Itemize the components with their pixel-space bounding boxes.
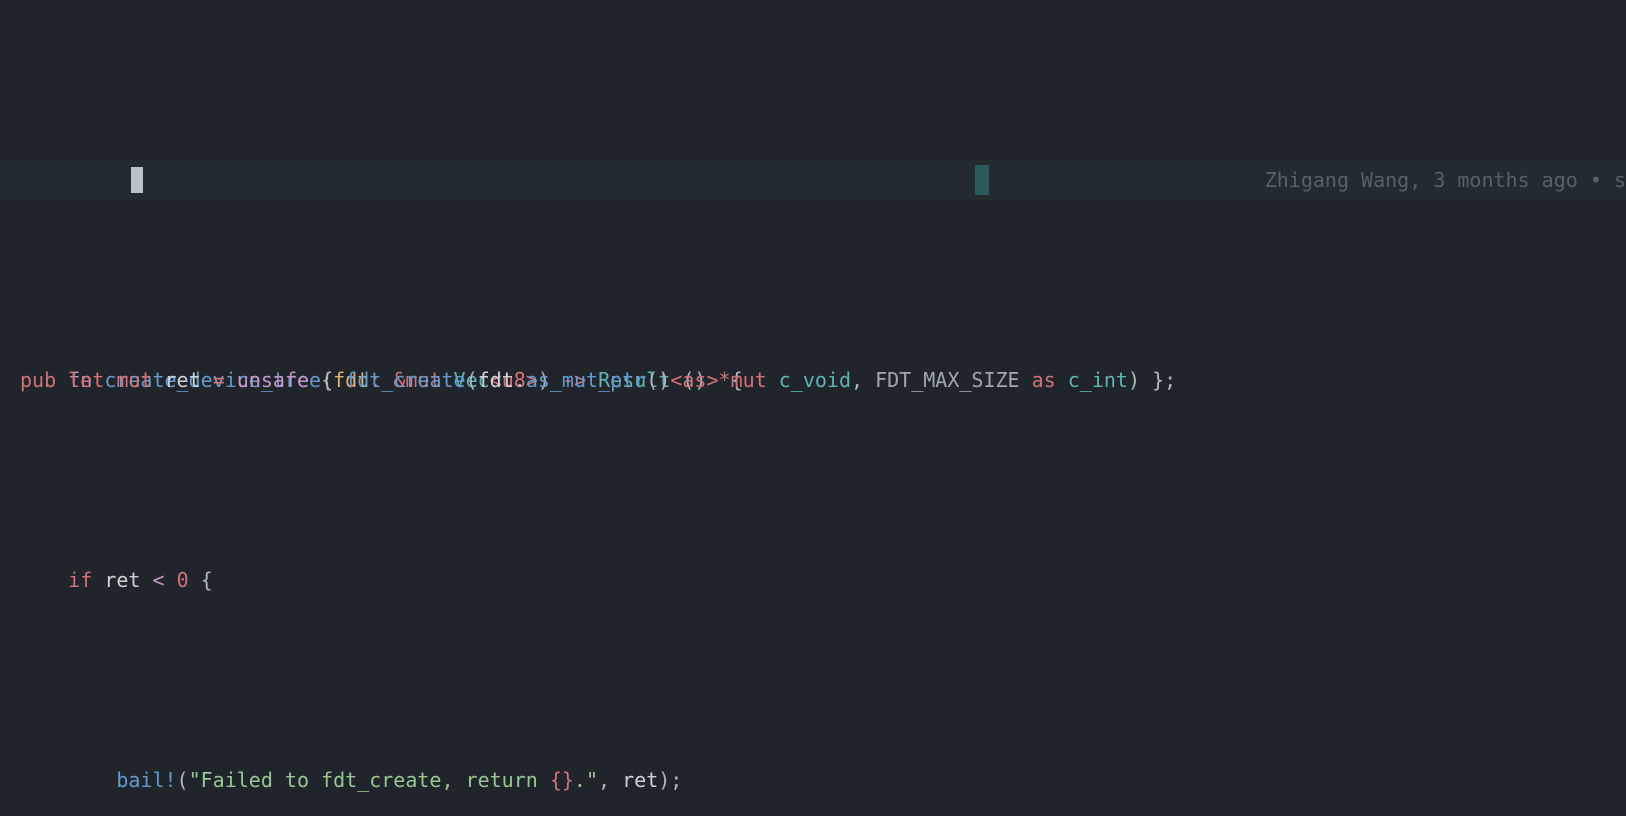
semicolon: ;: [1164, 368, 1176, 392]
blame-tail: s: [1614, 168, 1626, 192]
const-fdt-max: FDT_MAX_SIZE: [875, 368, 1020, 392]
method-as-mut-ptr: as_mut_ptr: [526, 368, 646, 392]
string-fmt: {}: [550, 768, 574, 792]
blame-age: 3 months ago: [1433, 168, 1578, 192]
ident-ret: ret: [165, 368, 201, 392]
keyword-let: let: [68, 368, 104, 392]
code-line[interactable]: pub fn create_device_tree(fdt: &mut Vec<…: [0, 160, 1626, 200]
type-cint: c_int: [1068, 368, 1128, 392]
semicolon: ;: [670, 768, 682, 792]
keyword-as: as: [682, 368, 706, 392]
code-line[interactable]: if ret < 0 {: [0, 560, 1626, 600]
ident-fdt: fdt: [478, 368, 514, 392]
code-editor[interactable]: pub fn create_device_tree(fdt: &mut Vec<…: [0, 0, 1626, 816]
ident-ret: ret: [622, 768, 658, 792]
keyword-mut: mut: [731, 368, 767, 392]
text-cursor: [131, 167, 143, 193]
op-eq: =: [213, 368, 225, 392]
brace-open: {: [201, 568, 213, 592]
ident-ret: ret: [104, 568, 140, 592]
literal-zero: 0: [177, 568, 189, 592]
code-line[interactable]: bail!("Failed to fdt_create, return {}."…: [0, 760, 1626, 800]
git-blame-annotation: Zhigang Wang, 3 months ago • s: [1235, 160, 1626, 200]
code-line[interactable]: let mut ret = unsafe { fdt_create(fdt.as…: [0, 360, 1626, 400]
brace-open: {: [321, 368, 333, 392]
keyword-unsafe: unsafe: [237, 368, 309, 392]
op-star: *: [719, 368, 731, 392]
keyword-as: as: [1032, 368, 1056, 392]
string-literal: "Failed to fdt_create, return: [189, 768, 550, 792]
string-literal: .": [574, 768, 598, 792]
op-lt: <: [152, 568, 164, 592]
keyword-mut: mut: [116, 368, 152, 392]
keyword-if: if: [68, 568, 92, 592]
blame-author: Zhigang Wang: [1265, 168, 1410, 192]
type-cvoid: c_void: [779, 368, 851, 392]
brace-close: }: [1152, 368, 1164, 392]
brace-match-highlight: [975, 165, 989, 195]
call-fdt-create: fdt_create: [345, 368, 465, 392]
macro-bail: bail!: [116, 768, 176, 792]
